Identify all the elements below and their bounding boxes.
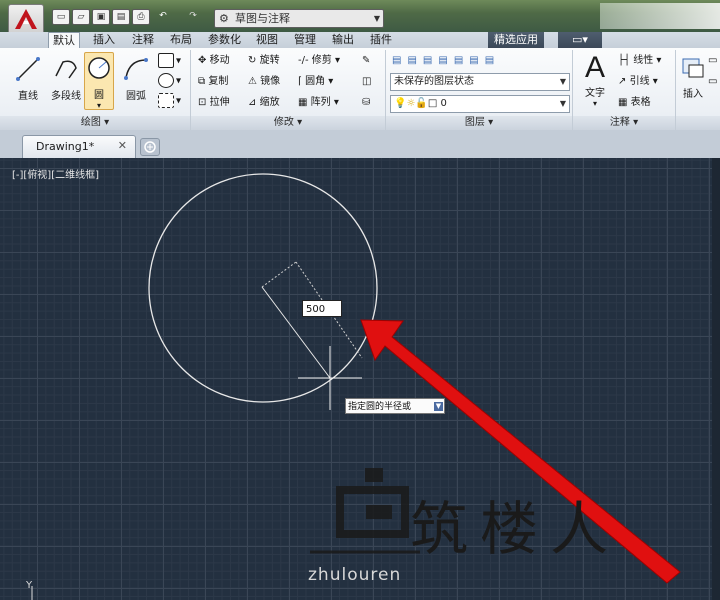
dimension-extension-line xyxy=(261,261,297,288)
ucs-y-label: Y xyxy=(26,580,33,591)
dynamic-input-radius-field[interactable]: 500 xyxy=(302,300,342,317)
watermark-logo xyxy=(310,468,420,554)
chevron-down-icon[interactable]: ▼ xyxy=(434,402,443,411)
watermark-text-en: zhulouren xyxy=(308,565,402,585)
watermark-text-cn: 筑楼人 xyxy=(410,495,621,563)
dynamic-input-prompt[interactable]: 指定圆的半径或 ▼ xyxy=(345,398,445,414)
